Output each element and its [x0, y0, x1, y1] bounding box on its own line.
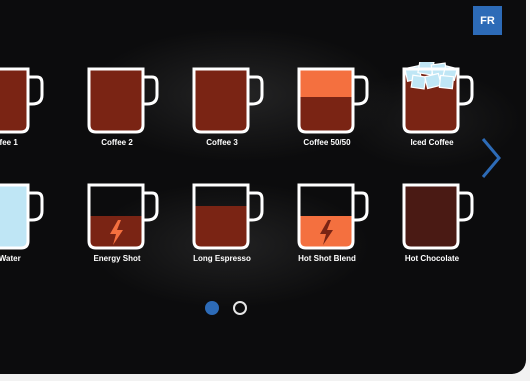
mug-icon: [192, 67, 264, 134]
mug-icon: [192, 183, 264, 250]
mug-icon: [402, 183, 474, 250]
page-dot-1[interactable]: [205, 301, 219, 315]
drink-tile-hot-shot-blend[interactable]: Hot Shot Blend: [277, 178, 377, 278]
mug-icon: [0, 183, 44, 250]
page-dot-2[interactable]: [233, 301, 247, 315]
drink-label: Hot Chocolate: [404, 254, 460, 263]
ice-cubes-icon: [404, 62, 459, 90]
mug-icon: [402, 62, 474, 134]
drink-label: Energy Shot: [93, 254, 141, 263]
language-toggle-button[interactable]: FR: [473, 6, 502, 35]
drink-label: Coffee 50/50: [303, 138, 351, 147]
drink-label: Coffee 1: [0, 138, 18, 147]
drink-tile-coffee-50-50[interactable]: Coffee 50/50: [277, 62, 377, 162]
drink-tile-hot-chocolate[interactable]: Hot Chocolate: [382, 178, 482, 278]
drink-label: Coffee 2: [101, 138, 133, 147]
drink-label: Long Espresso: [193, 254, 251, 263]
drink-label: Hot Shot Blend: [298, 254, 356, 263]
drink-tile-coffee-1[interactable]: Coffee 1: [0, 62, 52, 162]
drink-label: Iced Coffee: [410, 138, 454, 147]
drink-tile-iced-coffee[interactable]: Iced Coffee: [382, 62, 482, 162]
mug-icon: [87, 67, 159, 134]
drink-label: Hot Water: [0, 254, 21, 263]
chevron-right-icon: [481, 138, 501, 178]
mug-icon: [0, 67, 44, 134]
mug-icon: [87, 183, 159, 250]
drink-tile-hot-water[interactable]: Hot Water: [0, 178, 52, 278]
drink-tile-coffee-2[interactable]: Coffee 2: [67, 62, 167, 162]
next-page-button[interactable]: [478, 136, 504, 180]
mug-icon: [297, 67, 369, 134]
drink-selection-screen: FR Coffee 1 Coffee 2 Coffee 3: [0, 0, 526, 374]
drink-tile-coffee-3[interactable]: Coffee 3: [172, 62, 272, 162]
drink-tile-energy-shot[interactable]: Energy Shot: [67, 178, 167, 278]
mug-icon: [297, 183, 369, 250]
drink-tile-long-espresso[interactable]: Long Espresso: [172, 178, 272, 278]
pagination-dots: [205, 301, 255, 317]
drink-label: Coffee 3: [206, 138, 238, 147]
